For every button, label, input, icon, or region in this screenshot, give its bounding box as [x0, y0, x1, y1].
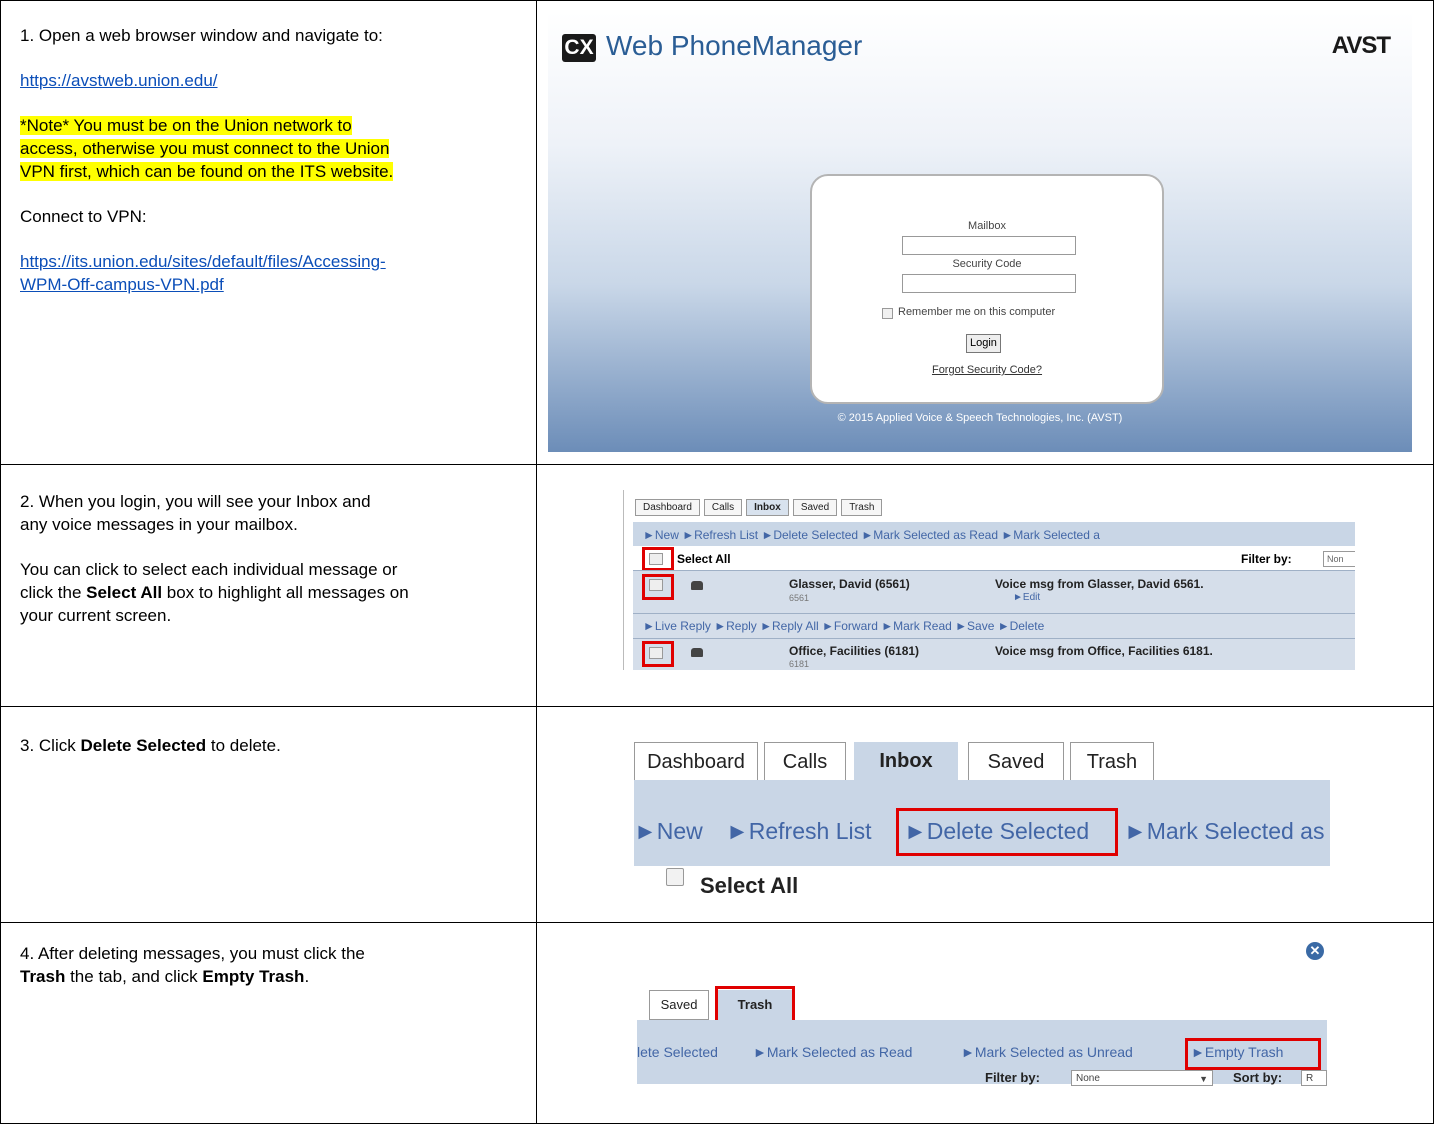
filter-label: Filter by: — [1241, 552, 1292, 566]
delete-selected-screenshot: Dashboard Calls Inbox Saved Trash ►New ►… — [634, 720, 1330, 910]
tab-bar: Dashboard Calls Inbox Saved Trash — [635, 497, 886, 516]
mark-read-link[interactable]: ►Mark Selected as Read — [753, 1044, 912, 1060]
inbox-screenshot: Dashboard Calls Inbox Saved Trash ►New ►Refr… — [605, 490, 1355, 670]
trash-tab-highlight — [715, 986, 795, 1024]
remember-label: Remember me on this computer — [898, 306, 1056, 318]
select-all-label: Select All — [700, 873, 799, 898]
step1-text: 1. Open a web browser window and navigat… — [20, 24, 520, 296]
message-extension: 6181 — [789, 659, 810, 669]
vpn-link[interactable]: https://its.union.edu/sites/default/file… — [20, 252, 386, 294]
message-sender: Office, Facilities (6181) — [789, 644, 920, 658]
step2-line1: 2. When you login, you will see your Inb… — [20, 492, 371, 511]
cx-logo: CX — [562, 34, 596, 62]
tab-saved[interactable]: Saved — [792, 499, 838, 516]
step4-line1: 4. After deleting messages, you must cli… — [20, 944, 365, 963]
select-all-highlight — [642, 547, 674, 571]
message-subject[interactable]: Voice msg from Glasser, David 6561. — [995, 577, 1204, 591]
sort-select[interactable]: R — [1301, 1070, 1327, 1086]
close-icon[interactable]: ✕ — [1306, 942, 1324, 960]
tab-calls[interactable]: Calls — [764, 742, 846, 782]
empty-trash-highlight — [1185, 1038, 1321, 1070]
message-sender: Glasser, David (6561) — [789, 577, 910, 591]
message-extension: 6561 — [789, 593, 810, 603]
delete-selected-highlight — [896, 808, 1118, 856]
left-panel-edge — [605, 490, 624, 670]
step2-line2: any voice messages in your mailbox. — [20, 515, 298, 534]
vpn-label: Connect to VPN: — [20, 207, 147, 226]
chevron-down-icon: ▼ — [1199, 1074, 1208, 1084]
filter-label: Filter by: — [985, 1070, 1040, 1085]
tab-trash[interactable]: Trash — [1070, 742, 1154, 782]
action-links[interactable]: ►New ►Refresh List ►Delete Selected ►Mar… — [643, 528, 1100, 542]
tab-dashboard[interactable]: Dashboard — [635, 499, 700, 516]
message-checkbox-highlight — [642, 574, 674, 600]
tab-dashboard[interactable]: Dashboard — [634, 742, 758, 782]
select-all-label: Select All — [677, 552, 731, 566]
column-divider — [536, 0, 537, 1124]
step1-note: *Note* You must be on the Union network … — [20, 116, 394, 181]
row-divider-3 — [0, 922, 1434, 923]
step3-text: 3. Click Delete Selected to delete. — [20, 736, 281, 755]
phone-icon — [691, 581, 703, 590]
tab-trash[interactable]: Trash — [841, 499, 883, 516]
forgot-security-code-link[interactable]: Forgot Security Code? — [812, 364, 1162, 376]
tab-calls[interactable]: Calls — [703, 499, 743, 516]
message-actions[interactable]: ►Live Reply ►Reply ►Reply All ►Forward ►… — [643, 619, 1044, 633]
message-checkbox-highlight — [642, 641, 674, 667]
step2-text: 2. When you login, you will see your Inb… — [20, 490, 520, 627]
tab-inbox[interactable]: Inbox — [746, 499, 789, 516]
login-box: Mailbox Security Code Remember me on thi… — [810, 174, 1164, 404]
delete-selected-link[interactable]: lete Selected — [637, 1044, 718, 1060]
select-all-row: Select All Filter by: Non — [633, 550, 1355, 568]
message-action-bar: ►Live Reply ►Reply ►Reply All ►Forward ►… — [633, 614, 1355, 638]
select-all-checkbox[interactable] — [666, 868, 684, 886]
step2-para2: You can click to select each individual … — [20, 560, 409, 625]
message-row[interactable]: Office, Facilities (6181) 6181 Voice msg… — [633, 638, 1355, 670]
empty-trash-screenshot: ✕ Saved Trash lete Selected ►Mark Select… — [637, 934, 1327, 1114]
row-divider-1 — [0, 464, 1434, 465]
mailbox-input[interactable] — [902, 236, 1076, 255]
mark-unread-link[interactable]: ►Mark Selected as Unread — [961, 1044, 1133, 1060]
row-divider-2 — [0, 706, 1434, 707]
remember-checkbox[interactable] — [882, 308, 893, 319]
refresh-list-link[interactable]: ►Refresh List — [726, 818, 871, 845]
security-code-input[interactable] — [902, 274, 1076, 293]
tab-saved[interactable]: Saved — [649, 990, 709, 1020]
step4-text: 4. After deleting messages, you must cli… — [20, 942, 520, 988]
action-bar: ►New ►Refresh List ►Delete Selected ►Mar… — [633, 522, 1355, 546]
instruction-table: 1. Open a web browser window and navigat… — [0, 0, 1434, 1124]
message-edit-link[interactable]: ►Edit — [1013, 592, 1040, 603]
avstweb-link[interactable]: https://avstweb.union.edu/ — [20, 71, 218, 90]
app-title: Web PhoneManager — [606, 30, 863, 61]
sort-label: Sort by: — [1233, 1070, 1283, 1085]
filter-select[interactable]: None ▼ — [1071, 1070, 1213, 1086]
copyright: © 2015 Applied Voice & Speech Technologi… — [837, 412, 1123, 424]
mark-selected-link[interactable]: ►Mark Selected as — [1124, 818, 1324, 845]
avst-logo: AVST — [1331, 32, 1391, 59]
message-row[interactable]: Glasser, David (6561) 6561 Voice msg fro… — [633, 570, 1355, 615]
filter-select[interactable]: Non — [1323, 551, 1355, 567]
message-subject[interactable]: Voice msg from Office, Facilities 6181. — [995, 644, 1213, 658]
login-screenshot: CX Web PhoneManager AVST Mailbox Securit… — [548, 12, 1412, 452]
security-code-label: Security Code — [952, 258, 1022, 270]
step1-instruction: 1. Open a web browser window and navigat… — [20, 26, 383, 45]
mailbox-label: Mailbox — [968, 220, 1006, 232]
phone-icon — [691, 648, 703, 657]
tab-saved[interactable]: Saved — [968, 742, 1064, 782]
login-button[interactable]: Login — [966, 334, 1001, 353]
step3-bold: Delete Selected — [80, 736, 207, 755]
new-link[interactable]: ►New — [634, 818, 703, 845]
vpn-link-block: https://its.union.edu/sites/default/file… — [20, 250, 520, 296]
tab-inbox[interactable]: Inbox — [854, 742, 958, 780]
